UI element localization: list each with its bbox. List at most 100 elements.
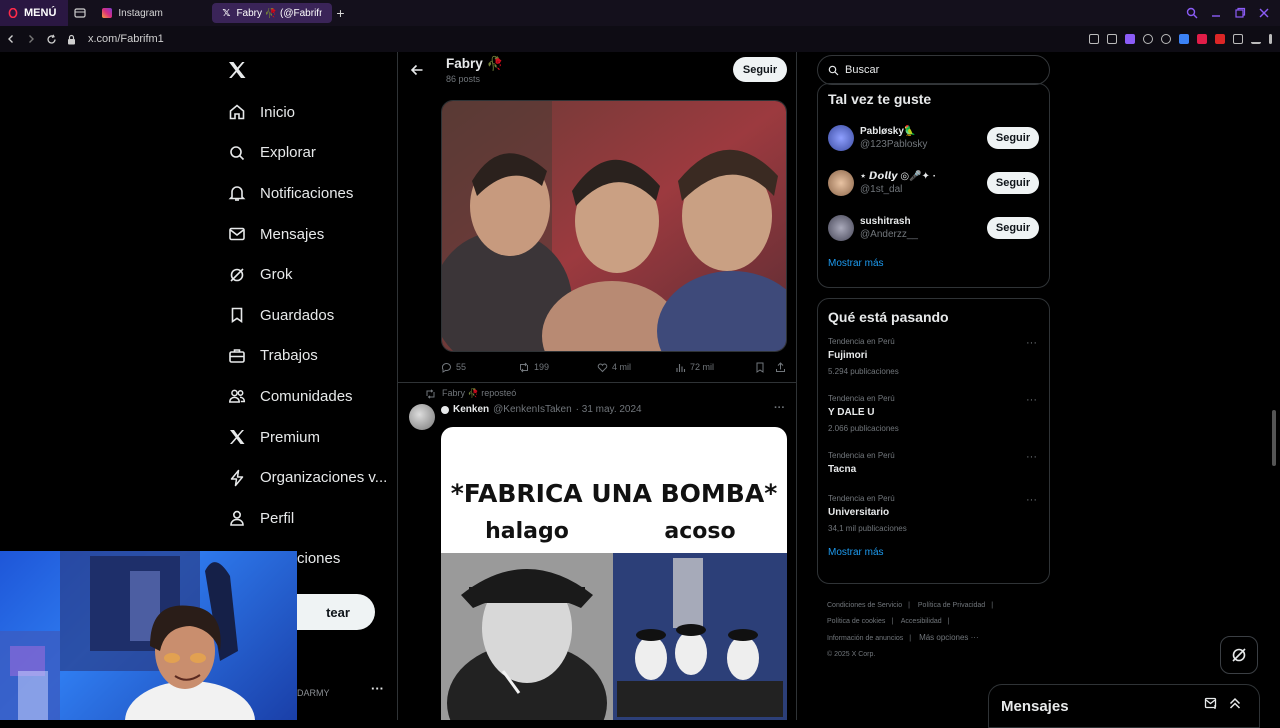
tab-workspaces[interactable] xyxy=(68,3,92,23)
puzzle-icon[interactable] xyxy=(1233,34,1243,44)
download-icon[interactable] xyxy=(1251,34,1261,44)
trend-item[interactable]: Tendencia en Perú Tacna ··· xyxy=(818,445,1049,488)
trend-item[interactable]: Tendencia en Perú Y DALE U 2.066 publica… xyxy=(818,388,1049,445)
reposted-by-text[interactable]: Fabry 🥀 reposteó xyxy=(442,388,516,399)
follow-profile-button[interactable]: Seguir xyxy=(733,57,787,82)
close-window-icon[interactable] xyxy=(1258,7,1270,19)
reload-icon[interactable] xyxy=(46,34,57,45)
nav-item-comunidades[interactable]: Comunidades xyxy=(200,376,398,417)
follow-button[interactable]: Seguir xyxy=(987,216,1039,239)
trend-more-icon[interactable]: ··· xyxy=(1026,451,1037,463)
nav-item-mensajes[interactable]: Mensajes xyxy=(200,214,398,255)
tweet-author-handle[interactable]: @KenkenIsTaken xyxy=(493,404,572,415)
suggestion-row[interactable]: sushitrash @Anderzz__ Seguir xyxy=(818,205,1049,250)
profile-timeline: Fabry 🥀 86 posts Seguir 55 199 4 mil 72 … xyxy=(397,52,797,720)
suggestion-row[interactable]: Pabløsky🦜 @123Pablosky Seguir xyxy=(818,115,1049,160)
lock-icon xyxy=(68,34,75,44)
nav-item-inicio[interactable]: Inicio xyxy=(200,92,398,133)
new-message-icon[interactable] xyxy=(1204,696,1218,710)
retweet-button[interactable]: 199 xyxy=(518,362,597,373)
account-handle-fragment[interactable]: DARMY xyxy=(297,688,330,698)
nav-item-trabajos[interactable]: Trabajos xyxy=(200,336,398,377)
repost-icon xyxy=(426,388,435,399)
grok-floating-button[interactable] xyxy=(1220,636,1258,674)
tweet-more-icon[interactable]: ··· xyxy=(774,402,785,414)
tab-x-profile[interactable]: 𝕏 Fabry 🥀 (@Fabrifm1) / X xyxy=(212,3,333,23)
bookmark-tweet-button[interactable] xyxy=(755,362,775,373)
footer-link-privacy[interactable]: Política de Privacidad xyxy=(918,602,985,609)
nav-item-guardados[interactable]: Guardados xyxy=(200,295,398,336)
nav-label-mas-opciones: ciones xyxy=(297,550,341,568)
shield-icon[interactable] xyxy=(1125,34,1135,44)
tab-instagram[interactable]: Instagram xyxy=(92,3,212,23)
heart-icon[interactable] xyxy=(1161,34,1171,44)
follow-button[interactable]: Seguir xyxy=(987,126,1039,149)
share-button[interactable] xyxy=(775,361,786,373)
footer-link-accessibility[interactable]: Accesibilidad xyxy=(901,618,942,625)
trends-panel: Qué está pasando Tendencia en Perú Fujim… xyxy=(817,298,1050,584)
browser-more-icon[interactable] xyxy=(1269,34,1272,44)
views-button[interactable]: 72 mil xyxy=(675,362,755,373)
nav-item-grok[interactable]: Grok xyxy=(200,254,398,295)
suggestion-row[interactable]: ⋆ 𝘿𝙤𝙡𝙡𝙮 ◎🎤✦ · @1st_dal Seguir xyxy=(818,160,1049,205)
reply-button[interactable]: 55 xyxy=(441,362,518,373)
back-icon[interactable] xyxy=(6,34,16,44)
nav-label-grok: Grok xyxy=(260,266,293,284)
minimize-icon[interactable] xyxy=(1210,7,1222,19)
account-more-icon[interactable]: ··· xyxy=(371,681,384,696)
tweet-date[interactable]: · 31 may. 2024 xyxy=(576,404,642,415)
tab-x-label: Fabry 🥀 (@Fabrifm1) / X xyxy=(236,7,322,19)
footer-link-terms[interactable]: Condiciones de Servicio xyxy=(827,602,902,609)
nav-item-premium[interactable]: Premium xyxy=(200,417,398,458)
browser-menu-button[interactable]: MENÚ xyxy=(0,0,69,26)
tweet-photo-image xyxy=(442,101,786,351)
trend-more-icon[interactable]: ··· xyxy=(1026,494,1037,506)
footer-separator: | xyxy=(891,618,894,625)
show-more-suggestions-link[interactable]: Mostrar más xyxy=(818,250,1049,277)
nav-item-notificaciones[interactable]: Notificaciones xyxy=(200,173,398,214)
author-avatar[interactable] xyxy=(409,404,435,430)
new-tab-button[interactable]: + xyxy=(332,3,348,23)
back-arrow-icon[interactable] xyxy=(410,63,424,77)
trend-item[interactable]: Tendencia en Perú Universitario 34,1 mil… xyxy=(818,488,1049,545)
browser-tab-bar: MENÚ Instagram 𝕏 Fabry 🥀 (@Fabrifm1) / X… xyxy=(0,0,1280,26)
tweet-author-name[interactable]: Kenken xyxy=(453,404,489,415)
trends-title: Qué está pasando xyxy=(828,309,949,325)
messages-drawer[interactable]: Mensajes xyxy=(988,684,1260,728)
tweet-photo[interactable] xyxy=(441,100,787,352)
footer-link-cookies[interactable]: Política de cookies xyxy=(827,618,885,625)
url-text[interactable]: x.com/Fabrifm1 xyxy=(88,33,164,45)
like-count: 4 mil xyxy=(612,362,632,372)
footer-link-more-options[interactable]: Más opciones ··· xyxy=(919,633,979,642)
suggestion-handle: @123Pablosky xyxy=(860,138,928,150)
nav-item-perfil[interactable]: Perfil xyxy=(200,498,398,539)
follow-button[interactable]: Seguir xyxy=(987,171,1039,194)
show-more-trends-link[interactable]: Mostrar más xyxy=(818,545,1049,566)
mail-icon xyxy=(229,227,245,241)
snapshot-icon[interactable] xyxy=(1107,34,1117,44)
trend-item[interactable]: Tendencia en Perú Fujimori 5.294 publica… xyxy=(818,331,1049,388)
chevron-up-icon[interactable] xyxy=(1228,696,1242,710)
x-home-logo[interactable] xyxy=(200,52,398,90)
play-icon[interactable] xyxy=(1143,34,1153,44)
bookmark-icon xyxy=(231,307,243,324)
search-tabs-icon[interactable] xyxy=(1186,7,1198,19)
nav-item-organizaciones[interactable]: Organizaciones v... xyxy=(200,457,398,498)
trend-more-icon[interactable]: ··· xyxy=(1026,337,1037,349)
nav-item-explorar[interactable]: Explorar xyxy=(200,133,398,174)
footer-link-ads-info[interactable]: Información de anuncios xyxy=(827,635,903,642)
extension-1-icon[interactable] xyxy=(1179,34,1189,44)
tweet-meme-image[interactable]: *FABRICA UNA BOMBA* halago acoso xyxy=(441,427,787,720)
like-button[interactable]: 4 mil xyxy=(597,362,675,373)
trend-more-icon[interactable]: ··· xyxy=(1026,394,1037,406)
page-scrollbar[interactable] xyxy=(1272,410,1276,466)
extension-3-icon[interactable] xyxy=(1215,34,1225,44)
nav-label-comunidades: Comunidades xyxy=(260,387,353,405)
briefcase-icon xyxy=(229,349,245,363)
restore-icon[interactable] xyxy=(1234,7,1246,19)
bookmark-page-icon[interactable] xyxy=(1089,34,1099,44)
search-input[interactable]: Buscar xyxy=(817,55,1050,85)
forward-icon[interactable] xyxy=(26,34,36,44)
extension-2-icon[interactable] xyxy=(1197,34,1207,44)
suggestions-panel: Tal vez te guste Pabløsky🦜 @123Pablosky S… xyxy=(817,83,1050,288)
